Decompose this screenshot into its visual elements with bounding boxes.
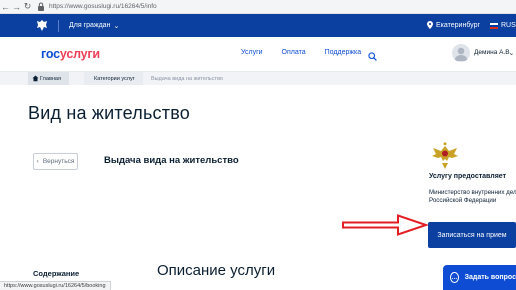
forward-arrow-icon[interactable]: → [11,1,22,12]
top-bar: Для граждан ⌄ Екатеринбург RUS [0,14,516,37]
home-icon [32,75,39,82]
location-pin-icon [427,20,433,31]
page: ← → ↻ https://www.gosuslugi.ru/16264/5/i… [0,0,516,290]
page-title: Вид на жительство [28,103,190,123]
chevron-left-icon: ‹ [36,158,39,165]
back-arrow-icon[interactable]: ← [0,1,11,12]
ask-question-label: Задать вопрос [464,274,516,281]
address-bar[interactable]: https://www.gosuslugi.ru/16264/5/info [49,3,157,10]
search-icon[interactable] [368,48,377,61]
emblem-icon[interactable] [36,19,48,33]
breadcrumb-category-label: Категории услуг [94,75,135,82]
breadcrumb-home[interactable]: Главная [28,72,69,85]
chevron-down-icon[interactable]: ⌄ [509,50,514,57]
location-selector[interactable]: Екатеринбург [427,14,480,37]
logo-part-gos: гос [41,47,60,61]
breadcrumb-current: Выдача вида на жительство [145,72,223,85]
divider [58,19,59,32]
contents-heading: Содержание [33,269,80,278]
service-name: Выдача вида на жительство [104,155,239,166]
logo-part-uslugi: услуги [59,47,100,61]
user-name[interactable]: Демина А.В. [474,49,511,56]
status-bar-url: https://www.gosuslugi.ru/16264/5/booking [0,281,111,290]
nav-item-payment[interactable]: Оплата [282,49,306,56]
ask-question-button[interactable]: … Задать вопрос [443,265,516,290]
annotation-arrow [342,214,430,236]
language-selector[interactable]: RUS [490,14,516,37]
breadcrumb: Главная Категории услуг Выдача вида на ж… [0,72,516,85]
site-header: госуслуги Услуги Оплата Поддержка Демина… [0,37,516,72]
avatar-icon[interactable] [452,44,470,62]
audience-label: Для граждан [69,22,111,29]
chat-icon: … [450,272,459,283]
language-label: RUS [501,22,516,29]
ministry-emblem-icon [430,142,460,170]
logo[interactable]: госуслуги [41,47,100,61]
browser-toolbar: ← → ↻ https://www.gosuslugi.ru/16264/5/i… [0,0,516,14]
provider-name[interactable]: Министерство внутренних дел Российской Ф… [429,189,516,205]
book-appointment-button[interactable]: Записаться на прием [428,222,516,248]
flag-icon [490,22,498,29]
back-button[interactable]: ‹ Вернуться [33,153,78,170]
provider-label: Услугу предоставляет [429,173,507,180]
location-label: Екатеринбург [436,22,481,29]
section-title: Описание услуги [157,262,276,279]
lock-icon [37,1,47,12]
audience-selector[interactable]: Для граждан ⌄ [69,22,119,30]
breadcrumb-category[interactable]: Категории услуг [84,72,143,85]
reload-icon[interactable]: ↻ [22,1,33,12]
main-nav: Услуги Оплата Поддержка [241,49,361,56]
breadcrumb-home-label: Главная [40,75,61,82]
nav-item-support[interactable]: Поддержка [325,49,362,56]
back-button-label: Вернуться [42,158,75,165]
nav-item-services[interactable]: Услуги [241,49,263,56]
breadcrumb-current-label: Выдача вида на жительство [151,75,223,82]
chevron-down-icon: ⌄ [113,22,120,30]
